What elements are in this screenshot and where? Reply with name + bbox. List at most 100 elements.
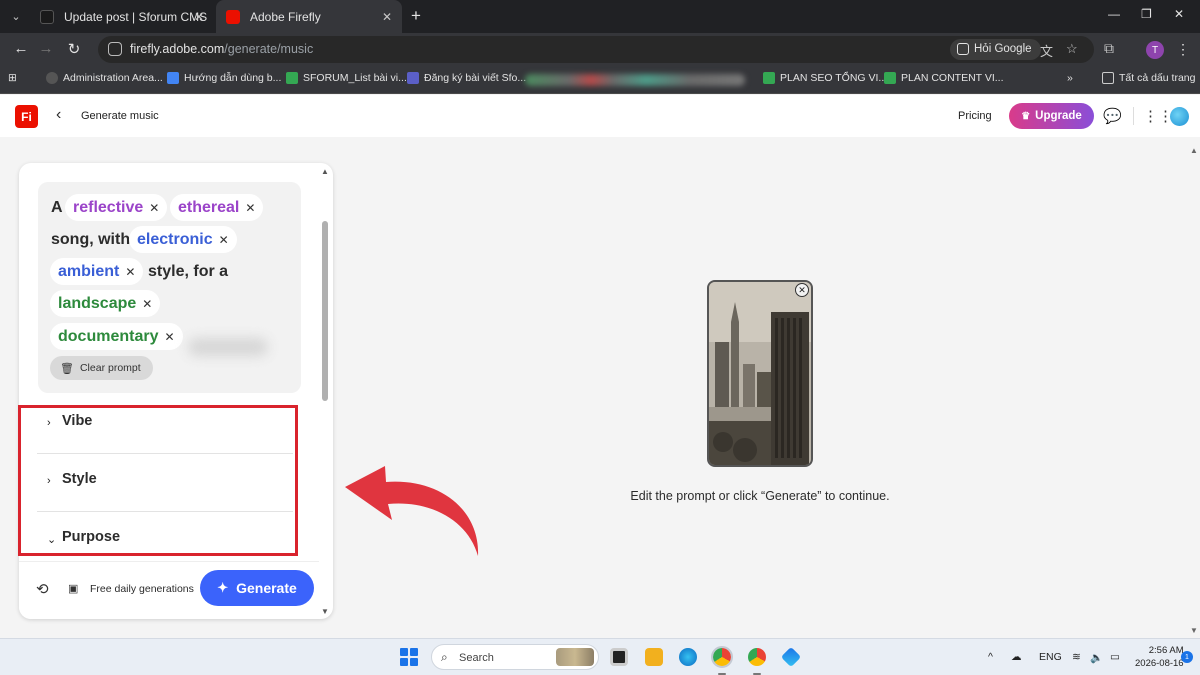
ask-google-button[interactable]: Hỏi Google — [950, 39, 1041, 60]
header-divider — [1133, 107, 1134, 125]
reload-icon[interactable]: ↻ — [64, 40, 84, 58]
trash-icon: 🗑 — [60, 362, 74, 375]
bookmark-item[interactable]: PLAN CONTENT VI... — [884, 72, 1004, 84]
site-info-icon[interactable] — [108, 42, 122, 56]
edge-icon[interactable] — [679, 648, 697, 666]
browser-toolbar: ← → ↻ firefly.adobe.com/generate/music H… — [0, 33, 1200, 66]
windows-taskbar: ⌕ Search ^ ☁ ENG ≋ 🔈 ▭ 2:56 AM 2026-08-16… — [0, 638, 1200, 675]
back-arrow-icon[interactable]: ← — [11, 40, 31, 57]
remove-chip-icon[interactable]: ✕ — [142, 297, 152, 311]
remove-chip-icon[interactable]: ✕ — [164, 330, 174, 344]
volume-icon[interactable]: 🔈 — [1090, 651, 1103, 664]
chrome-icon[interactable] — [711, 646, 733, 668]
search-icon: ⌕ — [441, 650, 448, 664]
chrome-profile-icon[interactable] — [748, 648, 766, 666]
battery-icon[interactable]: ▭ — [1110, 651, 1120, 663]
bookmark-item[interactable]: Hướng dẫn dùng b... — [167, 72, 281, 84]
forms-favicon-icon — [407, 72, 419, 84]
scroll-up-icon[interactable]: ▲ — [321, 167, 329, 176]
all-bookmarks-folder[interactable]: Tất cả dấu trang — [1102, 72, 1195, 84]
remove-chip-icon[interactable]: ✕ — [125, 265, 135, 279]
close-tab-icon[interactable]: ✕ — [194, 10, 204, 24]
prompt-text: A — [51, 199, 63, 216]
bookmark-item[interactable]: SFORUM_List bài vi... — [286, 72, 407, 84]
clear-prompt-button[interactable]: 🗑 Clear prompt — [50, 356, 153, 380]
preview-hint: Edit the prompt or click “Generate” to c… — [630, 489, 890, 503]
minimize-icon[interactable]: — — [1108, 7, 1120, 21]
language-indicator[interactable]: ENG — [1039, 651, 1062, 663]
close-window-icon[interactable]: ✕ — [1174, 7, 1184, 21]
annotation-arrow — [345, 466, 479, 556]
blurred-bookmarks — [525, 74, 745, 86]
close-circle-icon[interactable]: ✕ — [795, 283, 809, 297]
prompt-text: song, with — [51, 231, 131, 248]
remove-chip-icon[interactable]: ✕ — [245, 201, 255, 215]
prompt-chip-documentary[interactable]: documentary ✕ — [50, 323, 183, 350]
taskbar-search[interactable]: ⌕ Search — [431, 644, 599, 670]
page-scroll-up-icon[interactable]: ▲ — [1190, 146, 1198, 155]
translate-icon[interactable]: 文 — [1040, 41, 1053, 60]
history-icon[interactable]: ⟲ — [36, 580, 49, 598]
folder-icon — [1102, 72, 1114, 84]
restore-icon[interactable]: ❐ — [1141, 7, 1152, 21]
user-avatar[interactable] — [1170, 107, 1189, 126]
clock-time: 2:56 AM — [1148, 645, 1184, 656]
notification-badge[interactable]: 1 — [1181, 651, 1193, 663]
prompt-chip-landscape[interactable]: landscape ✕ — [50, 290, 161, 317]
remove-chip-icon[interactable]: ✕ — [219, 233, 229, 247]
scroll-thumb[interactable] — [322, 221, 328, 401]
windows-start-icon[interactable] — [400, 648, 418, 666]
prompt-chip-ethereal[interactable]: ethereal ✕ — [170, 194, 264, 221]
bookmark-item[interactable]: Đăng ký bài viết Sfo... — [407, 72, 526, 84]
extensions-icon[interactable]: ⧉ — [1104, 40, 1114, 57]
prompt-chip-ambient[interactable]: ambient ✕ — [50, 258, 144, 285]
browser-menu-icon[interactable]: ⋮ — [1176, 41, 1190, 58]
url-text[interactable]: firefly.adobe.com/generate/music — [130, 42, 313, 56]
scroll-down-icon[interactable]: ▼ — [321, 607, 329, 616]
search-placeholder: Search — [459, 652, 494, 664]
onedrive-icon[interactable]: ☁ — [1011, 651, 1022, 663]
feedback-icon[interactable]: 💬 — [1103, 107, 1122, 125]
apps-grid-icon[interactable]: ⊞ — [8, 72, 17, 84]
prompt-chip-reflective[interactable]: reflective ✕ — [65, 194, 168, 221]
preview-image[interactable] — [707, 280, 813, 467]
sforum-favicon-icon — [40, 9, 54, 24]
remove-chip-icon[interactable]: ✕ — [149, 201, 159, 215]
bookmark-favicon-icon — [46, 72, 58, 84]
upgrade-button[interactable]: ♛ Upgrade — [1009, 103, 1094, 129]
page-scroll-down-icon[interactable]: ▼ — [1190, 626, 1198, 635]
tab-title: Adobe Firefly — [250, 9, 321, 24]
blurred-area — [188, 338, 268, 356]
bookmark-item[interactable]: PLAN SEO TỔNG VI... — [763, 72, 887, 84]
address-bar[interactable]: firefly.adobe.com/generate/music Hỏi Goo… — [98, 36, 1094, 63]
back-chevron-icon[interactable]: ‹ — [56, 106, 61, 124]
firefly-logo[interactable]: Fi — [15, 105, 38, 128]
generate-button[interactable]: ✦ Generate — [200, 570, 314, 606]
prompt-chip-electronic[interactable]: electronic ✕ — [129, 226, 237, 253]
more-bookmarks-icon[interactable]: » — [1067, 72, 1073, 84]
app-icon[interactable] — [780, 646, 802, 668]
tray-chevron-icon[interactable]: ^ — [988, 651, 993, 663]
firefly-header: Fi ‹ Generate music Pricing ♛ Upgrade 💬 ⋮… — [0, 95, 1200, 137]
tab-search-icon[interactable]: ⌄ — [6, 6, 26, 26]
lens-icon — [957, 43, 969, 55]
sheets-favicon-icon — [286, 72, 298, 84]
tab-sforum-cms[interactable]: Update post | Sforum CMS ✕ — [30, 0, 214, 33]
prompt-box[interactable]: A reflective ✕ ethereal ✕ song, with elect… — [38, 182, 301, 393]
forward-arrow-icon[interactable]: → — [36, 40, 56, 57]
task-view-icon[interactable] — [610, 648, 628, 666]
sparkle-icon: ✦ — [217, 580, 229, 595]
new-tab-plus-icon[interactable]: + — [406, 6, 426, 26]
tab-adobe-firefly[interactable]: Adobe Firefly ✕ — [216, 0, 402, 33]
file-explorer-icon[interactable] — [645, 648, 663, 666]
bookmark-item[interactable]: Administration Area... — [46, 72, 163, 84]
close-tab-icon[interactable]: ✕ — [382, 10, 392, 24]
clock[interactable]: 2:56 AM 2026-08-16 — [1135, 644, 1184, 670]
bookmark-star-icon[interactable]: ☆ — [1066, 41, 1078, 57]
wifi-icon[interactable]: ≋ — [1072, 651, 1081, 663]
tab-title: Update post | Sforum CMS — [64, 9, 208, 24]
profile-avatar[interactable]: T — [1146, 41, 1164, 59]
pricing-link[interactable]: Pricing — [958, 110, 992, 122]
crown-icon: ♛ — [1021, 110, 1031, 122]
firefly-favicon-icon — [226, 9, 240, 24]
